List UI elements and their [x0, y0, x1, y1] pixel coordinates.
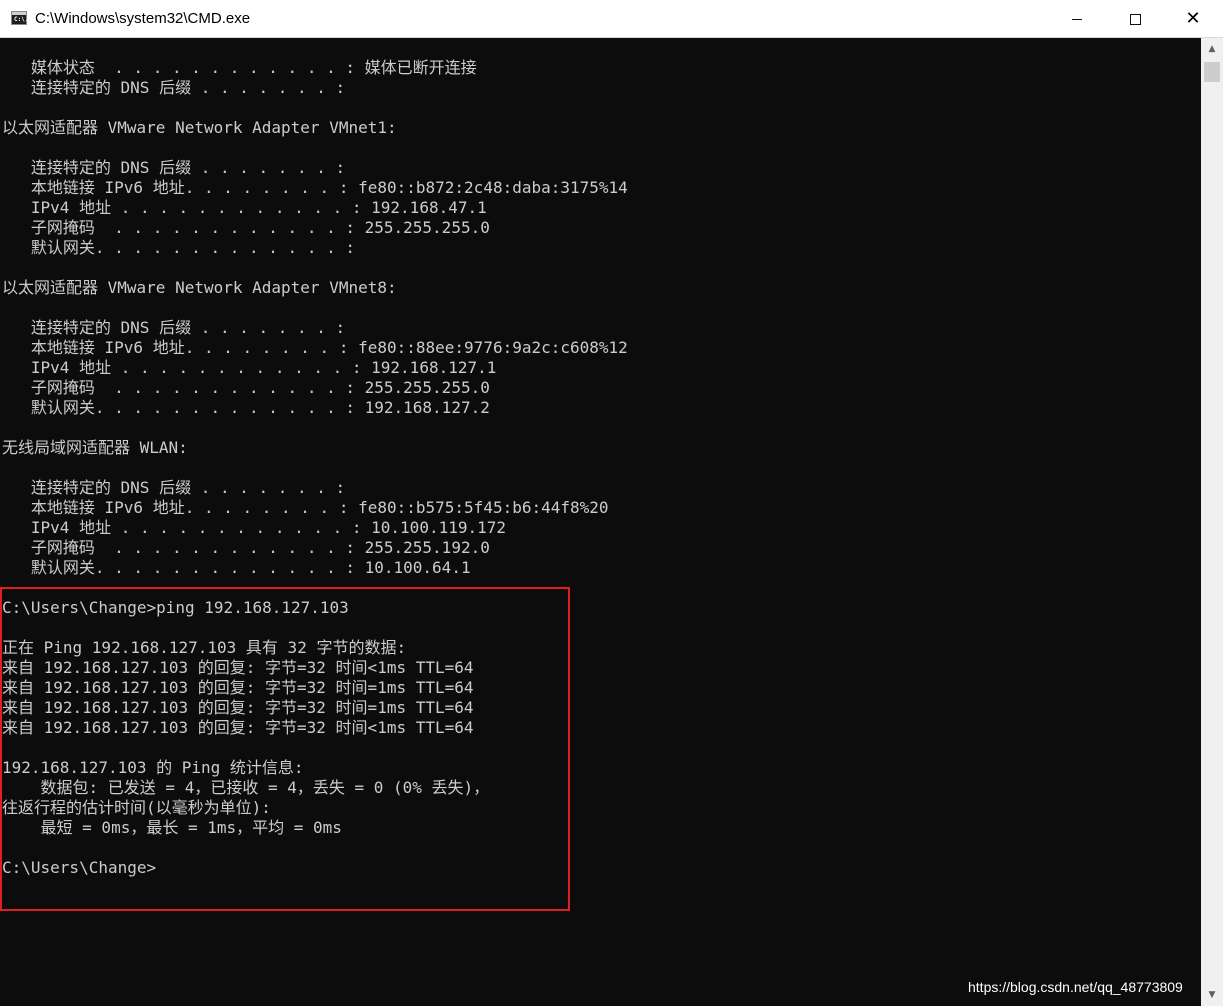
- console-line: 连接特定的 DNS 后缀 . . . . . . . :: [2, 478, 346, 497]
- watermark-text: https://blog.csdn.net/qq_48773809: [968, 979, 1183, 995]
- title-bar[interactable]: C:\. C:\Windows\system32\CMD.exe ✕: [0, 0, 1223, 38]
- vertical-scrollbar[interactable]: ▲ ▼: [1201, 38, 1223, 1006]
- console-line: 本地链接 IPv6 地址. . . . . . . . : fe80::88ee…: [2, 338, 628, 357]
- window-title: C:\Windows\system32\CMD.exe: [35, 10, 251, 27]
- console-line: IPv4 地址 . . . . . . . . . . . . : 192.16…: [2, 198, 487, 217]
- cmd-app-icon[interactable]: C:\.: [11, 11, 29, 25]
- console-line: 无线局域网适配器 WLAN:: [2, 438, 188, 457]
- console-line: 子网掩码 . . . . . . . . . . . . : 255.255.2…: [2, 378, 490, 397]
- console-line: 连接特定的 DNS 后缀 . . . . . . . :: [2, 318, 346, 337]
- scroll-down-arrow-icon[interactable]: ▼: [1201, 984, 1223, 1006]
- highlight-annotation-box: [0, 587, 570, 911]
- console-line: 本地链接 IPv6 地址. . . . . . . . : fe80::b575…: [2, 498, 609, 517]
- close-button[interactable]: ✕: [1164, 0, 1222, 38]
- console-line: IPv4 地址 . . . . . . . . . . . . : 10.100…: [2, 518, 507, 537]
- scroll-thumb[interactable]: [1204, 62, 1220, 82]
- cmd-icon-label: C:\.: [14, 16, 29, 23]
- console-line: 子网掩码 . . . . . . . . . . . . : 255.255.1…: [2, 538, 490, 557]
- console-line: 以太网适配器 VMware Network Adapter VMnet1:: [2, 118, 397, 137]
- close-icon: ✕: [1185, 8, 1201, 29]
- console-line: 本地链接 IPv6 地址. . . . . . . . : fe80::b872…: [2, 178, 628, 197]
- scroll-up-arrow-icon[interactable]: ▲: [1201, 38, 1223, 60]
- console-line: 子网掩码 . . . . . . . . . . . . : 255.255.2…: [2, 218, 490, 237]
- maximize-icon: [1129, 14, 1141, 25]
- console-line: 默认网关. . . . . . . . . . . . . : 10.100.6…: [2, 558, 471, 577]
- console-line: 默认网关. . . . . . . . . . . . . : 192.168.…: [2, 398, 490, 417]
- console-line: 连接特定的 DNS 后缀 . . . . . . . :: [2, 158, 346, 177]
- console-line: 以太网适配器 VMware Network Adapter VMnet8:: [2, 278, 397, 297]
- console-line: 媒体状态 . . . . . . . . . . . . : 媒体已断开连接: [2, 58, 477, 77]
- minimize-icon: [1072, 19, 1082, 20]
- maximize-button[interactable]: [1106, 0, 1164, 38]
- minimize-button[interactable]: [1048, 0, 1106, 38]
- console-line: 默认网关. . . . . . . . . . . . . :: [2, 238, 355, 257]
- console-line: 连接特定的 DNS 后缀 . . . . . . . :: [2, 78, 346, 97]
- console-line: IPv4 地址 . . . . . . . . . . . . : 192.16…: [2, 358, 497, 377]
